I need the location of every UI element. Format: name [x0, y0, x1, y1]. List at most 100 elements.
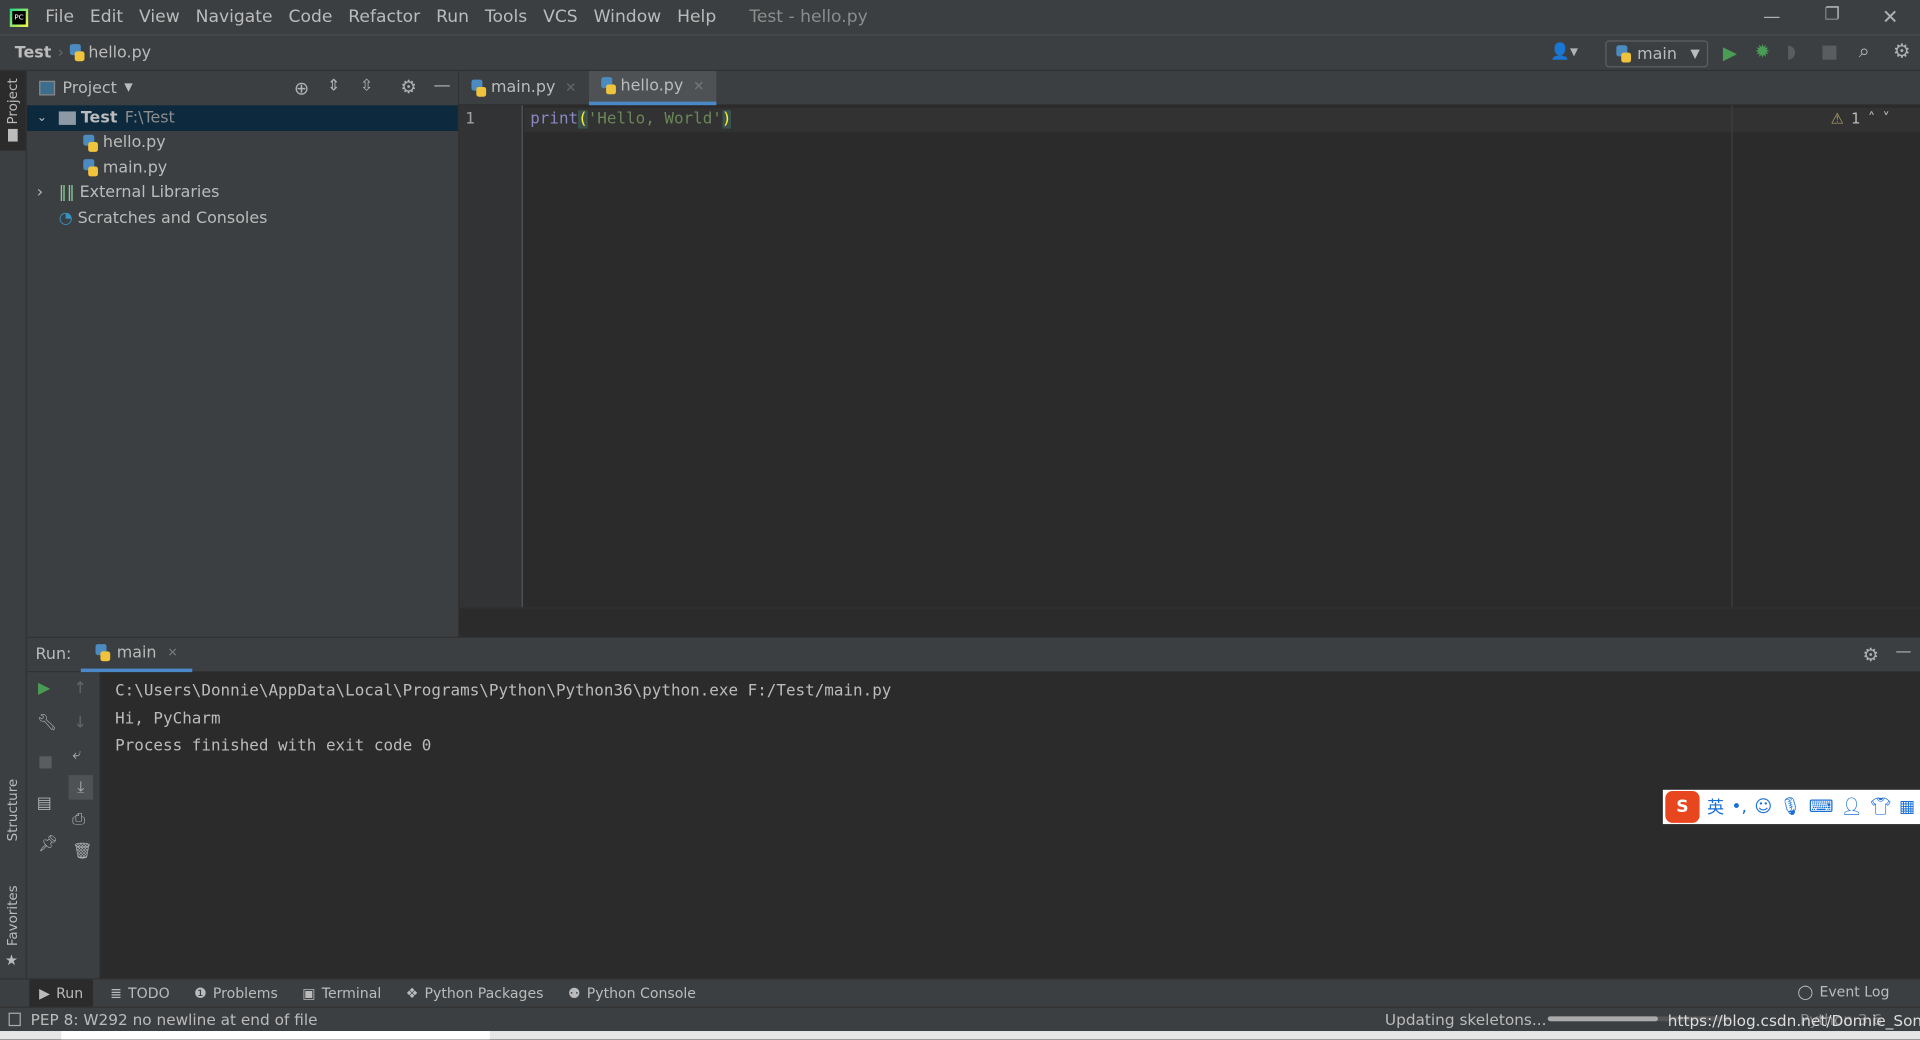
breadcrumb-file[interactable]: hello.py	[88, 43, 151, 61]
project-view-selector[interactable]: Project	[62, 79, 116, 97]
menu-edit[interactable]: Edit	[90, 7, 123, 27]
inspection-widget[interactable]: ⚠ 1 ˄ ˅	[1831, 110, 1890, 127]
collapse-all-icon[interactable]: ⇳	[360, 77, 373, 95]
tool-run[interactable]: ▶ Run	[29, 979, 93, 1007]
tool-python-console[interactable]: ⚉ Python Console	[568, 984, 696, 1001]
settings-icon[interactable]: ⚙	[1862, 644, 1878, 666]
tab-hello-py[interactable]: hello.py ✕	[588, 70, 717, 105]
file-name: main.py	[102, 158, 168, 178]
menu-view[interactable]: View	[139, 7, 180, 27]
code-editor[interactable]: 1 print('Hello, World') ⚠ 1 ˄ ˅	[459, 105, 1920, 608]
scratches-icon: ◔	[58, 209, 73, 228]
menu-refactor[interactable]: Refactor	[348, 7, 420, 27]
menu-tools[interactable]: Tools	[485, 7, 527, 27]
ime-mode[interactable]: 英	[1707, 795, 1724, 819]
coverage-icon[interactable]: ◗	[1787, 40, 1797, 62]
tool-problems[interactable]: ❶ Problems	[194, 984, 278, 1001]
event-log-icon: ◯	[1797, 983, 1814, 1001]
hide-icon[interactable]: —	[1896, 643, 1912, 661]
user-icon[interactable]: 👤︎	[1841, 797, 1863, 817]
wrench-icon[interactable]: 🔧︎	[37, 714, 57, 732]
menu-file[interactable]: File	[45, 7, 74, 27]
editor-horizontal-scroll[interactable]	[459, 607, 1920, 637]
stop-icon[interactable]: ■	[1821, 40, 1838, 62]
menu-window[interactable]: Window	[594, 7, 662, 27]
close-icon[interactable]: ✕	[168, 646, 178, 659]
tool-event-log[interactable]: ◯ Event Log	[1798, 983, 1890, 1000]
soft-wrap-icon[interactable]: ⤶	[72, 746, 81, 764]
rerun-icon[interactable]: ▶	[38, 680, 50, 698]
run-tab-main[interactable]: main ✕	[81, 637, 193, 672]
pin-icon[interactable]: 📌︎	[38, 835, 58, 853]
chevron-right-icon[interactable]: ›	[37, 184, 59, 202]
menu-run[interactable]: Run	[436, 7, 469, 27]
arrow-down-icon[interactable]: ↓	[73, 714, 86, 732]
arrow-up-icon[interactable]: ↑	[73, 680, 86, 698]
restore-icon[interactable]: ❐	[1824, 5, 1839, 25]
run-icon[interactable]: ▶	[1723, 42, 1737, 64]
stop-icon[interactable]: ■	[38, 753, 53, 771]
close-icon[interactable]: ✕	[693, 78, 704, 94]
console-line: Process finished with exit code 0	[115, 737, 432, 756]
settings-icon[interactable]: ⚙	[400, 76, 416, 98]
tree-item-external-libraries[interactable]: › ‖‖ External Libraries	[27, 181, 458, 206]
run-config-selector[interactable]: main ▼	[1605, 40, 1709, 68]
grid-icon[interactable]: ▦	[1899, 797, 1915, 817]
expand-all-icon[interactable]: ⇕	[327, 77, 340, 95]
minimize-icon[interactable]: —	[1763, 7, 1780, 27]
emoji-icon[interactable]: ☺	[1754, 797, 1772, 817]
sogou-logo-icon: S	[1665, 791, 1700, 823]
side-tab-project[interactable]: Project ▇	[0, 71, 26, 151]
search-icon[interactable]: ⌕	[1859, 39, 1870, 63]
close-icon[interactable]: ✕	[1882, 5, 1898, 28]
status-bar: PEP 8: W292 no newline at end of file Up…	[0, 1006, 1920, 1032]
chevron-down-icon[interactable]: ▼	[124, 82, 132, 94]
menu-navigate[interactable]: Navigate	[196, 7, 273, 27]
punctuation-icon[interactable]: •,	[1731, 797, 1747, 817]
menu-vcs[interactable]: VCS	[543, 7, 578, 27]
menu-help[interactable]: Help	[677, 7, 716, 27]
tree-item-file[interactable]: main.py	[27, 156, 458, 181]
hide-icon[interactable]: —	[433, 76, 450, 96]
keyboard-icon[interactable]: ⌨	[1809, 797, 1834, 817]
scroll-to-end-icon[interactable]: ⤓	[68, 775, 94, 800]
trash-icon[interactable]: 🗑︎	[72, 842, 92, 860]
menu-code[interactable]: Code	[288, 7, 332, 27]
tool-python-packages[interactable]: ❖ Python Packages	[406, 984, 544, 1001]
ime-toolbar[interactable]: S 英 •, ☺ 🎙︎ ⌨ 👤︎ 👕︎ ▦	[1662, 789, 1920, 825]
locate-icon[interactable]: ⊕	[294, 77, 309, 99]
tree-item-scratches[interactable]: ◔ Scratches and Consoles	[27, 206, 458, 231]
tree-item-file[interactable]: hello.py	[27, 130, 458, 155]
right-margin-guide	[1731, 105, 1733, 608]
side-tab-structure-label: Structure	[4, 778, 21, 842]
tab-main-py[interactable]: main.py ✕	[459, 70, 589, 104]
python-icon	[95, 644, 111, 662]
tree-item-root[interactable]: ⌄ Test F:\Test	[26, 105, 458, 131]
breadcrumb-project[interactable]: Test	[15, 43, 52, 61]
python-file-icon	[69, 44, 85, 62]
run-console[interactable]: C:\Users\Donnie\AppData\Local\Programs\P…	[100, 672, 1920, 979]
side-tab-structure[interactable]: Structure	[5, 779, 21, 847]
python-file-icon	[600, 77, 616, 95]
chevron-down-icon[interactable]: ˅	[1883, 110, 1890, 127]
code-paren: )	[721, 110, 732, 129]
panel-toggle-icon[interactable]	[8, 1012, 21, 1027]
tool-terminal[interactable]: ▣ Terminal	[302, 984, 381, 1001]
skin-icon[interactable]: 👕︎	[1870, 797, 1892, 817]
user-icon[interactable]: 👤▾	[1550, 43, 1578, 61]
settings-icon[interactable]: ⚙	[1893, 39, 1911, 62]
tool-todo[interactable]: ≣ TODO	[110, 984, 170, 1001]
print-icon[interactable]: ⎙	[72, 811, 85, 829]
tab-label: main.py	[491, 78, 556, 97]
close-icon[interactable]: ✕	[565, 80, 576, 96]
layout-icon[interactable]: ▤	[37, 795, 52, 813]
code-paren: (	[578, 110, 588, 129]
debug-icon[interactable]: ✹	[1755, 40, 1770, 62]
chevron-up-icon[interactable]: ˄	[1868, 110, 1875, 127]
editor-tabs: main.py ✕ hello.py ✕	[459, 70, 1920, 106]
microphone-icon[interactable]: 🎙︎	[1780, 797, 1802, 817]
tool-label: Run	[56, 984, 84, 1002]
chevron-down-icon[interactable]: ⌄	[37, 111, 59, 124]
python-file-icon	[83, 159, 98, 177]
side-tab-favorites[interactable]: Favorites ★	[5, 885, 21, 968]
